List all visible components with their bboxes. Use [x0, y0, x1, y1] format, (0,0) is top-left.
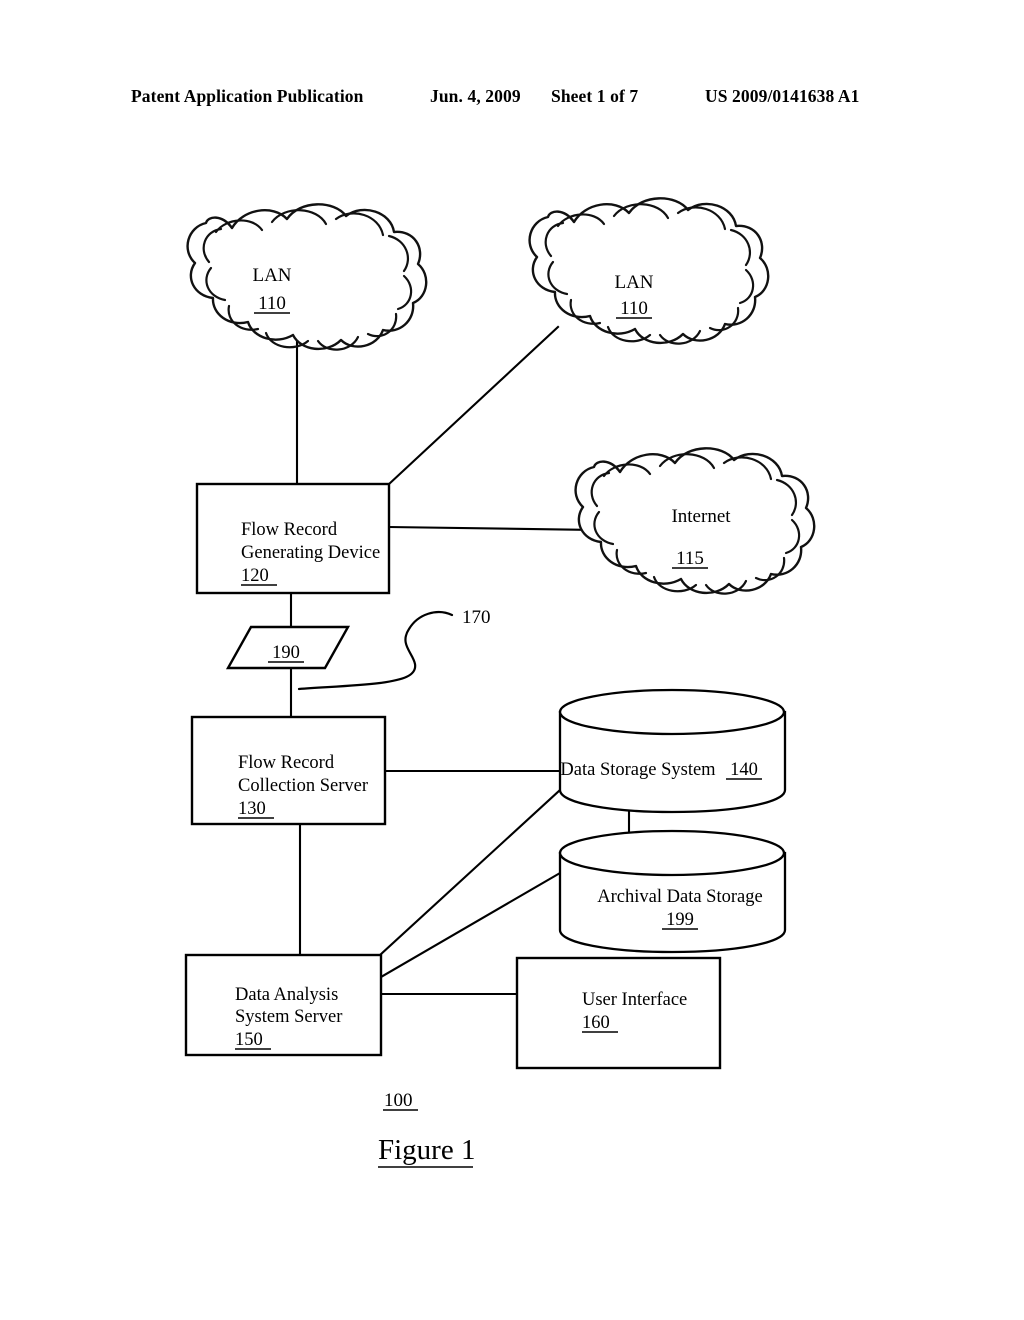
user-interface-box	[515, 956, 722, 1070]
connector-lan-right-to-device	[387, 325, 560, 486]
cloud-lan-left-label: LAN	[252, 265, 291, 286]
cloud-lan-right-ref: 110	[620, 298, 648, 319]
leader-170-ref: 170	[462, 607, 491, 628]
cloud-lan-left: LAN 110	[186, 203, 428, 351]
flow-record-collection-server-line2: Collection Server	[238, 776, 368, 796]
connector-analysis-server-to-data-storage	[378, 788, 562, 957]
flow-record-collection-server-line1: Flow Record	[238, 753, 335, 773]
figure-caption-label: Figure 1	[378, 1134, 475, 1166]
flow-record-generating-device-ref: 120	[241, 566, 269, 586]
data-analysis-system-server-line1: Data Analysis	[235, 985, 338, 1005]
node-user-interface: User Interface 160	[515, 956, 722, 1070]
node-flow-record-data: 190	[225, 625, 351, 670]
cloud-lan-left-ref: 110	[258, 293, 286, 314]
data-storage-system-top	[558, 688, 786, 736]
flow-record-collection-server-ref: 130	[238, 799, 266, 819]
flow-record-parallelogram-ref: 190	[272, 643, 300, 663]
user-interface-ref: 160	[582, 1013, 610, 1033]
system-reference-100-label: 100	[384, 1090, 413, 1111]
system-reference-100: 100	[383, 1090, 418, 1111]
figure-1-diagram: LAN 110 LAN 110 Internet 115 Flow Record…	[184, 197, 816, 1168]
figure-caption: Figure 1	[378, 1134, 475, 1168]
cloud-internet-ref: 115	[676, 548, 704, 569]
cloud-internet-label: Internet	[671, 506, 731, 527]
flow-record-generating-device-line1: Flow Record	[241, 520, 338, 540]
data-storage-system-ref: 140	[730, 760, 758, 780]
data-analysis-system-server-line2: System Server	[235, 1007, 342, 1027]
connector-device-to-internet	[387, 525, 602, 532]
data-analysis-system-server-box	[184, 953, 383, 1057]
cloud-internet: Internet 115	[574, 447, 816, 595]
data-analysis-system-server-ref: 150	[235, 1030, 263, 1050]
cloud-lan-right-label: LAN	[614, 272, 653, 293]
user-interface-label: User Interface	[582, 990, 687, 1010]
node-archival-data-storage: Archival Data Storage 199	[558, 829, 787, 954]
data-storage-system-label: Data Storage System	[560, 760, 716, 780]
node-data-analysis-system-server: Data Analysis System Server 150	[184, 953, 383, 1057]
patent-page: Patent Application Publication Jun. 4, 2…	[0, 0, 1024, 1320]
node-data-storage-system: Data Storage System 140	[558, 688, 787, 814]
cloud-lan-right: LAN 110	[528, 197, 770, 345]
archival-data-storage-label: Archival Data Storage	[597, 887, 762, 907]
node-flow-record-generating-device: Flow Record Generating Device 120	[195, 482, 391, 595]
flow-record-generating-device-line2: Generating Device	[241, 543, 380, 563]
archival-data-storage-top	[558, 829, 786, 877]
node-flow-record-collection-server: Flow Record Collection Server 130	[190, 715, 387, 826]
archival-data-storage-ref: 199	[666, 910, 694, 930]
